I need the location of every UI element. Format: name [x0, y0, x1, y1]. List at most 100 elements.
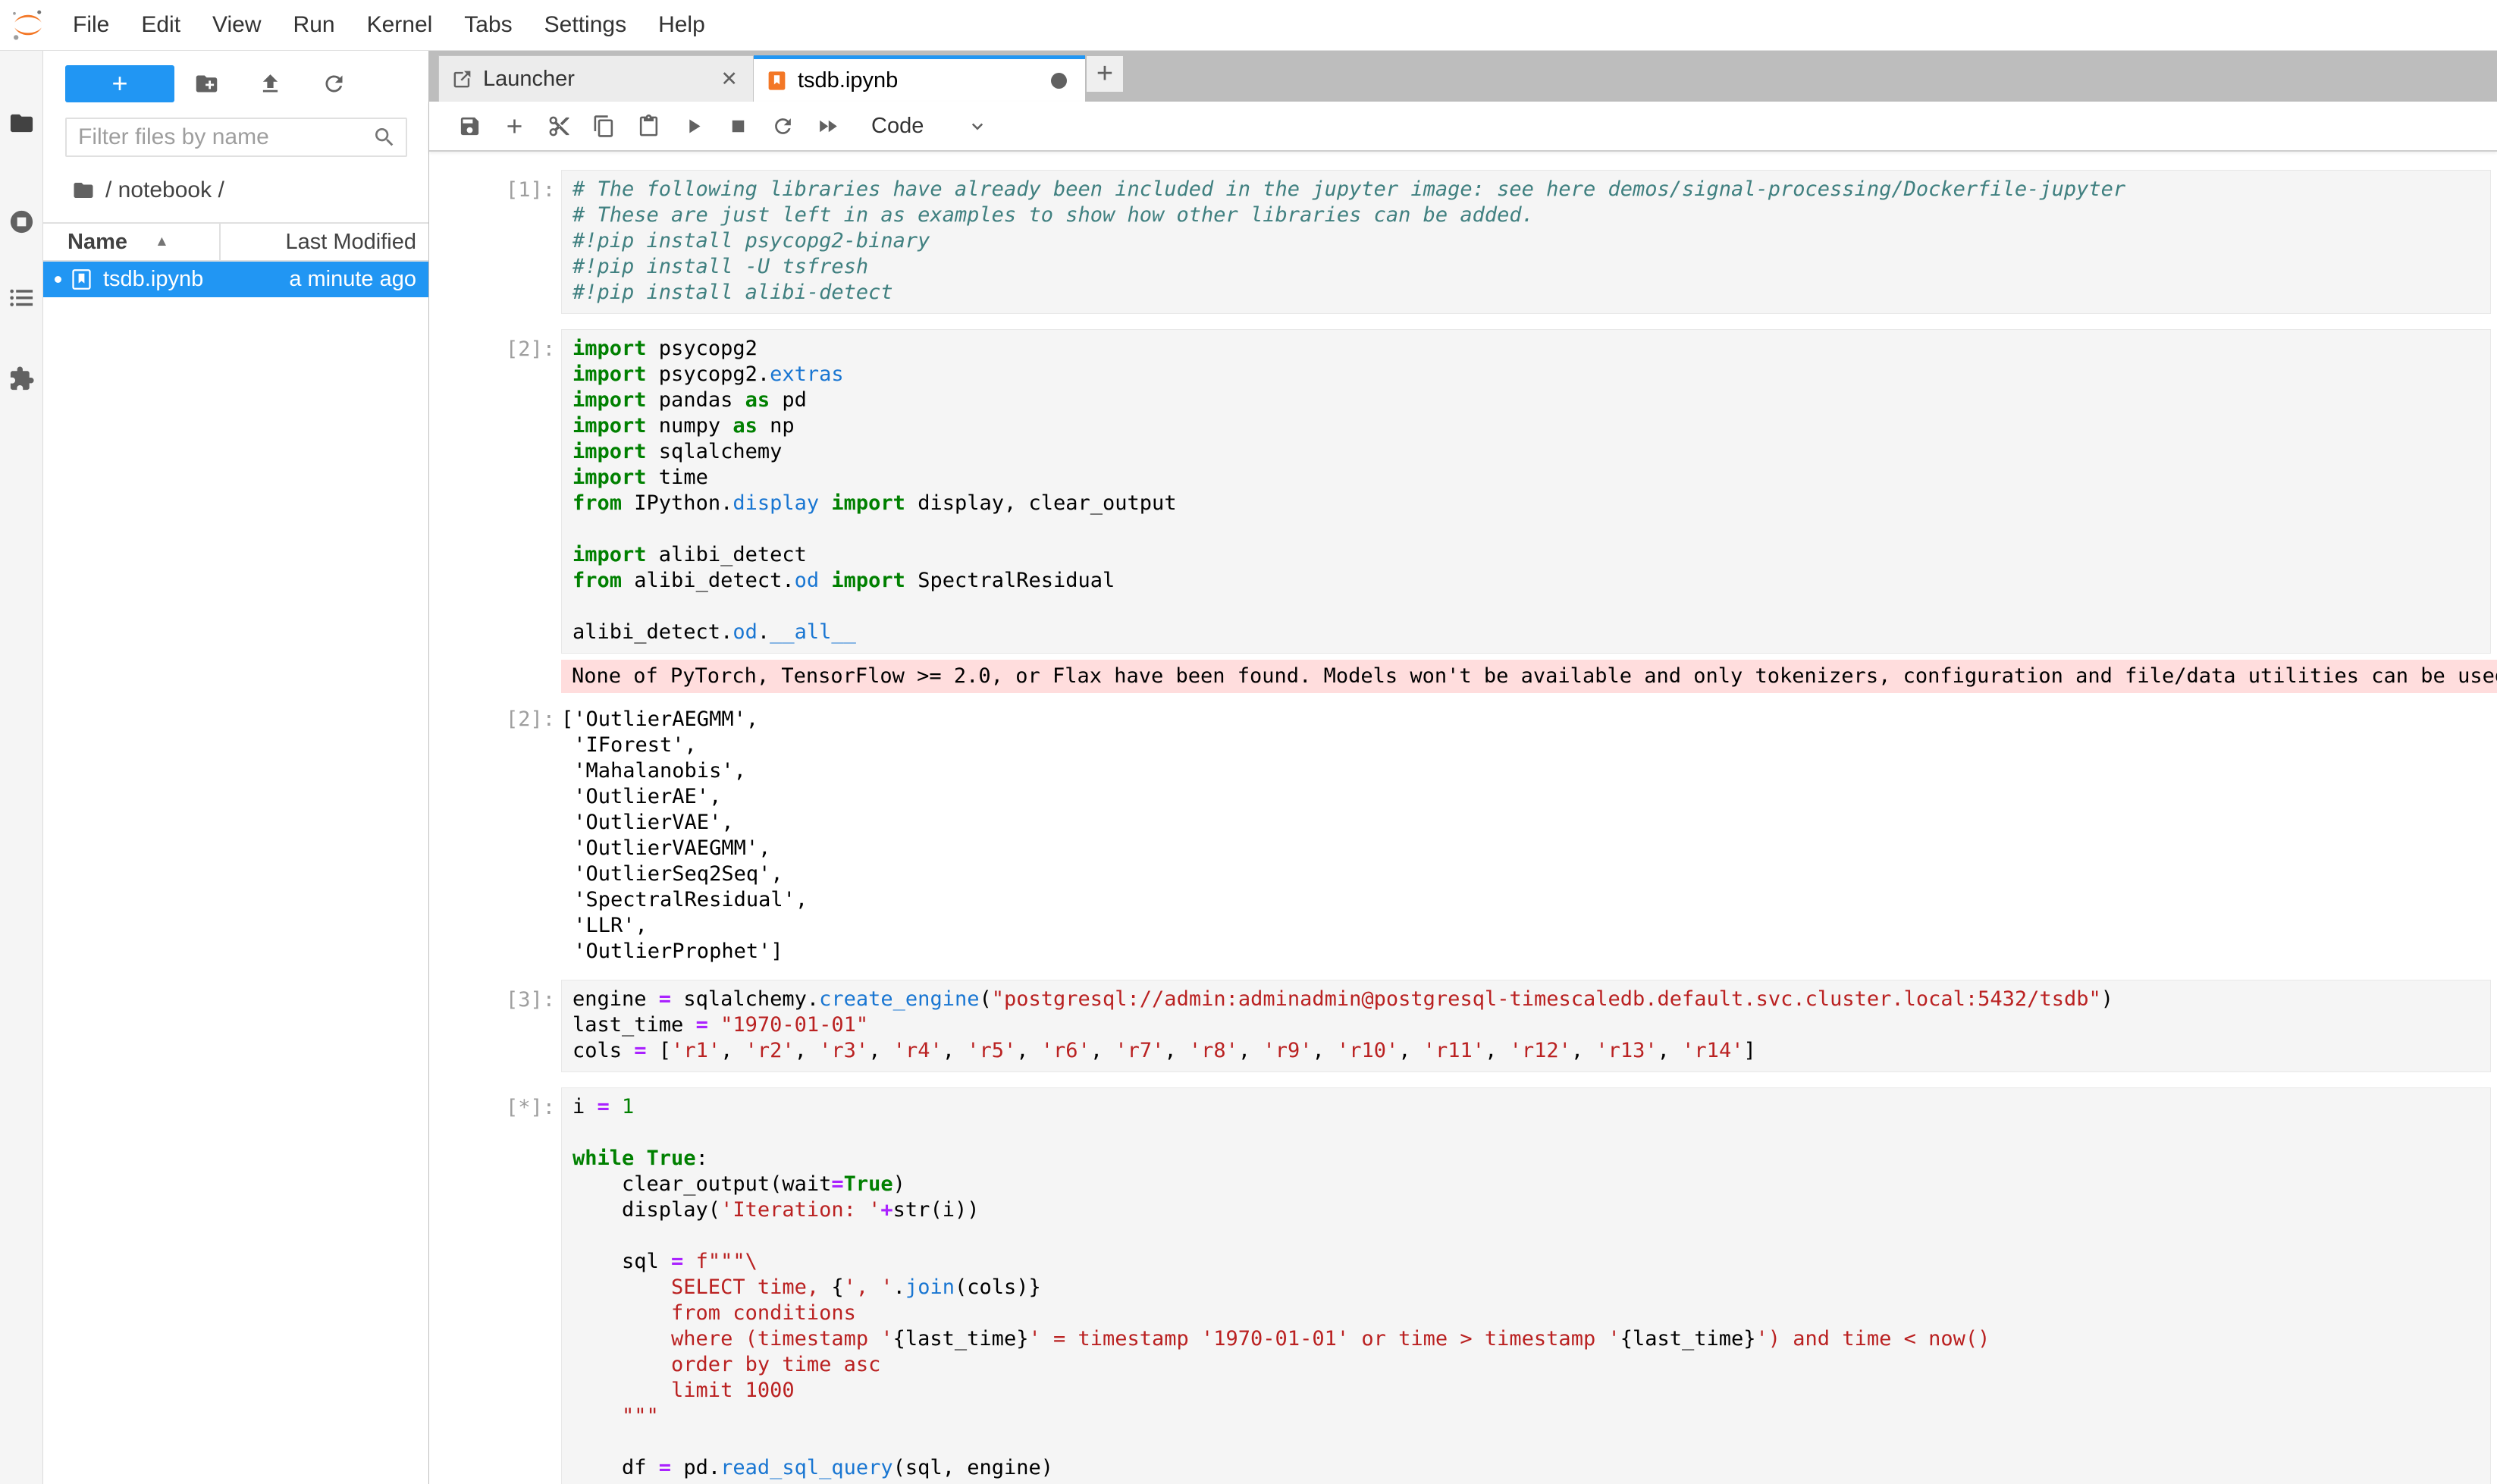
token: True — [647, 1147, 696, 1170]
table-of-contents-icon[interactable] — [8, 284, 35, 311]
menu-tabs[interactable]: Tabs — [448, 12, 528, 38]
token: 'r2' — [745, 1039, 795, 1062]
token: import — [572, 440, 647, 463]
token: SELECT time, — [572, 1275, 831, 1299]
restart-kernel-button[interactable] — [761, 105, 805, 147]
insert-cell-button[interactable] — [492, 105, 537, 147]
upload-button[interactable] — [238, 71, 302, 96]
menu-items: FileEditViewRunKernelTabsSettingsHelp — [57, 0, 721, 50]
token: as — [745, 388, 770, 412]
token: [ — [647, 1039, 672, 1062]
launcher-icon — [451, 68, 473, 90]
token: , — [1164, 1039, 1189, 1062]
menu-edit[interactable]: Edit — [125, 12, 196, 38]
output-text: ['OutlierAEGMM', 'IForest', 'Mahalanobis… — [561, 699, 2497, 965]
run-cell-button[interactable] — [671, 105, 716, 147]
tab-tsdb[interactable]: tsdb.ipynb — [754, 55, 1085, 102]
code-editor[interactable]: # The following libraries have already b… — [561, 170, 2491, 314]
filter-files-input[interactable]: Filter files by name — [65, 118, 407, 157]
new-tab-button[interactable]: + — [1087, 56, 1123, 92]
new-folder-button[interactable] — [174, 71, 238, 96]
token: psycopg2 — [647, 337, 758, 360]
file-browser-icon[interactable] — [8, 110, 35, 136]
menu-help[interactable]: Help — [642, 12, 721, 38]
cut-cells-button[interactable] — [537, 105, 582, 147]
token: ) — [2101, 987, 2113, 1011]
stderr-text: None of PyTorch, TensorFlow >= 2.0, or F… — [561, 660, 2497, 693]
token: ) — [893, 1172, 905, 1196]
code-line — [572, 1429, 2490, 1455]
token: , — [1571, 1039, 1596, 1062]
token: sqlalchemy — [647, 440, 783, 463]
home-folder-icon[interactable] — [72, 179, 95, 202]
menu-file[interactable]: File — [57, 12, 125, 38]
menu-view[interactable]: View — [196, 12, 277, 38]
token: 'r1' — [671, 1039, 720, 1062]
code-line: import time — [572, 465, 2490, 491]
token: , — [720, 1039, 745, 1062]
token: str(i)) — [893, 1198, 980, 1222]
close-tab-icon[interactable]: ✕ — [717, 67, 741, 91]
running-sessions-icon[interactable] — [8, 209, 35, 235]
restart-run-all-button[interactable] — [805, 105, 850, 147]
chevron-down-icon — [966, 115, 989, 137]
token: create_engine — [819, 987, 979, 1011]
menu-run[interactable]: Run — [278, 12, 351, 38]
file-row-tsdb[interactable]: tsdb.ipynb a minute ago — [43, 262, 428, 297]
token: import — [572, 414, 647, 438]
token: + — [880, 1198, 892, 1222]
toolbar-buttons — [447, 105, 850, 147]
code-editor[interactable]: engine = sqlalchemy.create_engine("postg… — [561, 980, 2491, 1072]
breadcrumb-path[interactable]: / notebook / — [105, 177, 224, 203]
sort-ascending-icon[interactable]: ▲ — [155, 234, 169, 250]
code-line: SELECT time, {', '.join(cols)} — [572, 1275, 2490, 1300]
save-button[interactable] — [447, 105, 492, 147]
token: display( — [572, 1198, 720, 1222]
code-line: import psycopg2 — [572, 336, 2490, 362]
code-line: import numpy as np — [572, 413, 2490, 439]
column-last-modified[interactable]: Last Modified — [286, 230, 417, 255]
copy-cells-button[interactable] — [582, 105, 626, 147]
column-name[interactable]: Name — [67, 230, 127, 255]
token — [683, 1250, 695, 1273]
token: ') and time < now() — [1756, 1327, 1990, 1351]
token: np — [758, 414, 795, 438]
token: 1 — [622, 1095, 634, 1118]
execution-count: [2]: — [429, 699, 561, 965]
code-line: display('Iteration: '+str(i)) — [572, 1197, 2490, 1223]
cell-type-dropdown[interactable]: Code — [871, 114, 989, 139]
token: 'r8' — [1189, 1039, 1238, 1062]
token: = — [598, 1095, 610, 1118]
code-editor[interactable]: import psycopg2import psycopg2.extrasimp… — [561, 329, 2491, 654]
file-name: tsdb.ipynb — [103, 267, 203, 292]
token: #!pip install -U tsfresh — [572, 255, 868, 278]
new-launcher-button[interactable]: + — [65, 65, 174, 102]
token: read_sql_query — [720, 1456, 893, 1479]
token: True — [844, 1172, 893, 1196]
token: {last_time} — [893, 1327, 1029, 1351]
token: ] — [1743, 1039, 1755, 1062]
stderr-output: None of PyTorch, TensorFlow >= 2.0, or F… — [429, 660, 2497, 693]
tab-launcher[interactable]: Launcher ✕ — [438, 55, 754, 102]
token: as — [732, 414, 758, 438]
code-editor[interactable]: i = 1while True: clear_output(wait=True)… — [561, 1087, 2491, 1484]
menu-settings[interactable]: Settings — [529, 12, 642, 38]
token: 'r11' — [1423, 1039, 1485, 1062]
extensions-icon[interactable] — [8, 366, 35, 392]
token: from conditions — [572, 1301, 856, 1325]
code-line: # The following libraries have already b… — [572, 177, 2490, 202]
interrupt-kernel-button[interactable] — [716, 105, 761, 147]
token — [610, 1095, 622, 1118]
code-line: from conditions — [572, 1300, 2490, 1326]
token: # The following libraries have already b… — [572, 177, 2125, 201]
tab-label: Launcher — [483, 67, 717, 92]
code-line — [572, 1223, 2490, 1249]
token: IPython. — [622, 491, 732, 515]
token: 'r14' — [1682, 1039, 1743, 1062]
notebook-icon — [70, 268, 93, 291]
code-line: #!pip install -U tsfresh — [572, 254, 2490, 280]
paste-cells-button[interactable] — [626, 105, 671, 147]
refresh-button[interactable] — [302, 71, 365, 96]
menu-kernel[interactable]: Kernel — [351, 12, 449, 38]
file-list-header: Name ▲ Last Modified — [43, 222, 428, 262]
